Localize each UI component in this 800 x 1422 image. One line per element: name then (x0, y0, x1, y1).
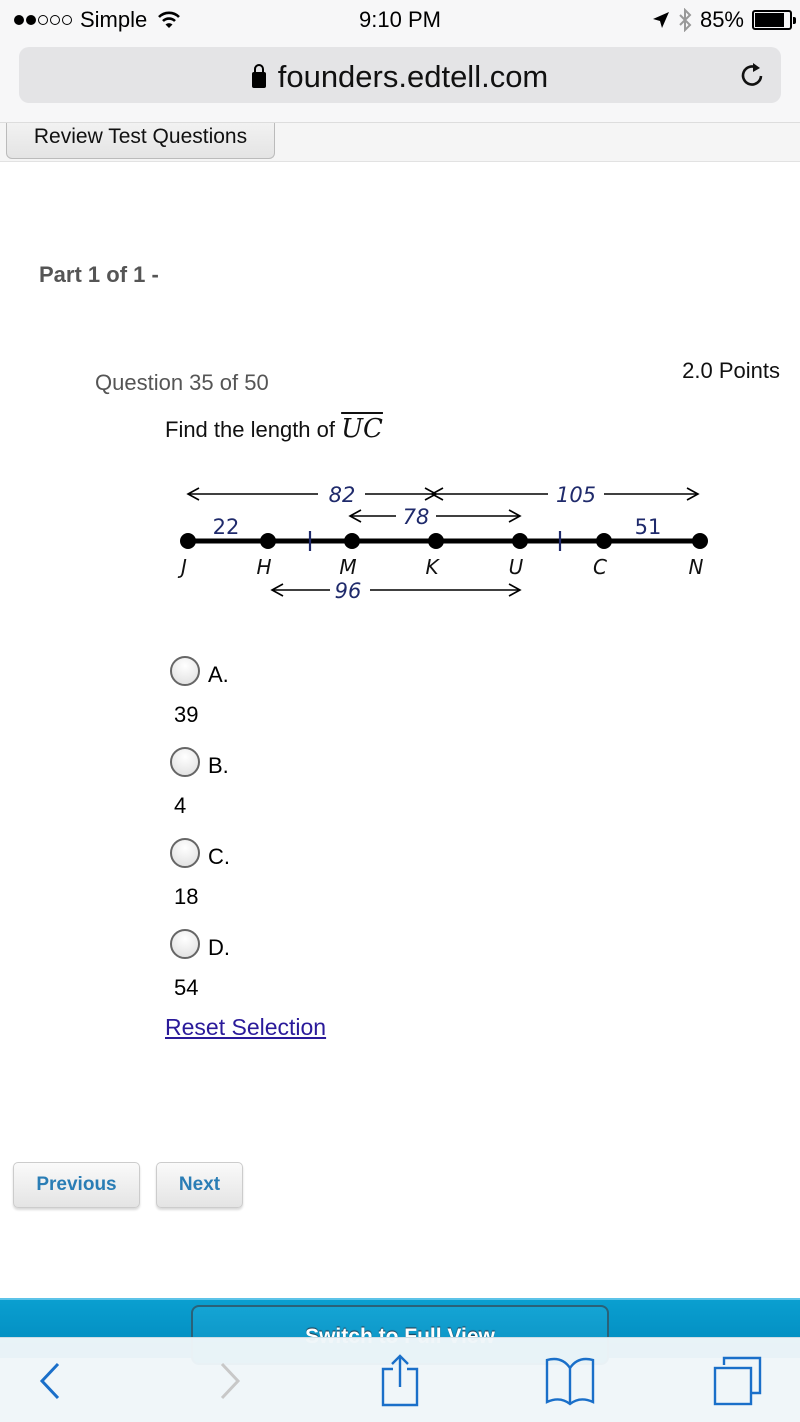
point-j (180, 533, 196, 549)
location-arrow-icon (652, 12, 669, 28)
label-kn: 105 (556, 483, 596, 507)
point-k (428, 533, 444, 549)
points-value: 2.0 Points (682, 358, 780, 383)
choice-letter: B. (208, 753, 229, 778)
next-button[interactable]: Next (156, 1162, 243, 1208)
point-label-n: N (689, 555, 704, 579)
choice-letter: A. (208, 662, 229, 687)
question-number: Question 35 of 50 (95, 370, 269, 395)
bookmarks-button[interactable] (530, 1338, 610, 1422)
radio-button-d[interactable] (170, 929, 200, 959)
label-cn: 51 (635, 515, 662, 539)
status-icons: 85% (652, 7, 796, 33)
choice-value: 18 (174, 884, 199, 909)
previous-button[interactable]: Previous (13, 1162, 140, 1208)
review-strip: Review Test Questions (0, 122, 800, 162)
point-label-k: K (425, 555, 440, 579)
point-u (512, 533, 528, 549)
point-m (344, 533, 360, 549)
point-label-u: U (509, 555, 524, 579)
number-line-diagram: 82 105 78 22 51 J H M K U C N 96 (177, 483, 708, 603)
bluetooth-icon (679, 8, 692, 32)
reload-icon[interactable] (737, 60, 767, 90)
forward-button[interactable] (190, 1338, 270, 1422)
label-jk: 82 (329, 483, 356, 507)
point-label-m: M (339, 555, 356, 579)
share-icon (381, 1353, 419, 1406)
point-label-h: H (256, 555, 271, 579)
status-bar: Simple 9:10 PM 85% (0, 0, 800, 40)
choice-letter: D. (208, 935, 230, 960)
review-test-questions-button[interactable]: Review Test Questions (6, 123, 275, 159)
url-text: founders.edtell.com (277, 59, 549, 94)
back-icon (39, 1362, 60, 1399)
browser-address-area: founders.edtell.com (0, 40, 800, 122)
lock-icon (251, 64, 266, 88)
browser-toolbar (0, 1337, 800, 1422)
back-button[interactable] (10, 1338, 90, 1422)
label-mu: 78 (403, 505, 430, 529)
reset-selection-link[interactable]: Reset Selection (165, 1014, 326, 1041)
tabs-button[interactable] (698, 1338, 778, 1422)
point-c (596, 533, 612, 549)
battery-icon (752, 10, 796, 30)
choice-letter: C. (208, 844, 230, 869)
part-title: Part 1 of 1 - (39, 262, 159, 287)
radio-button-b[interactable] (170, 747, 200, 777)
point-label-c: C (593, 555, 607, 579)
point-n (692, 533, 708, 549)
choice-value: 4 (174, 793, 187, 818)
choice-value: 39 (174, 702, 199, 727)
point-h (260, 533, 276, 549)
radio-button-c[interactable] (170, 838, 200, 868)
radio-button-a[interactable] (170, 656, 200, 686)
share-button[interactable] (360, 1338, 440, 1422)
address-bar[interactable]: founders.edtell.com (19, 47, 781, 103)
forward-icon (220, 1362, 241, 1399)
question-prompt: Find the length of UC (165, 414, 383, 444)
battery-percent: 85% (699, 7, 744, 32)
label-jh: 22 (213, 515, 240, 539)
point-labels: JHMKUCN (177, 555, 703, 579)
bookmarks-icon (545, 1357, 595, 1406)
label-hu: 96 (335, 579, 362, 603)
choice-value: 54 (174, 975, 199, 1000)
tabs-icon (713, 1356, 762, 1405)
segment-name: UC (341, 414, 383, 444)
prompt-text: Find the length of (165, 417, 342, 442)
point-label-j: J (177, 555, 187, 579)
